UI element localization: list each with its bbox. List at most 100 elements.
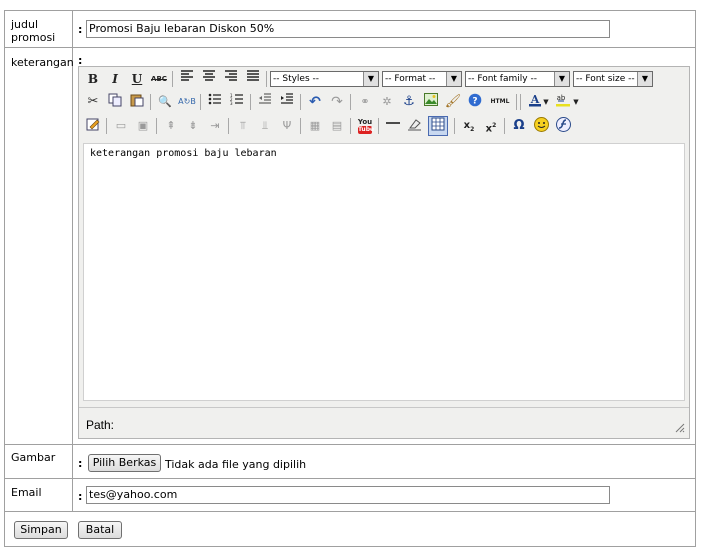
gambar-label: Gambar xyxy=(11,451,56,464)
rich-text-editor: B I U ABC -- Styles -- ▼ -- Format -- ▼ … xyxy=(78,66,690,439)
save-button[interactable]: Simpan xyxy=(14,521,68,539)
toolbar-separator xyxy=(106,118,107,134)
align-right-icon[interactable] xyxy=(222,70,240,88)
italic-button[interactable]: I xyxy=(106,70,124,88)
editor-content-text: keterangan promosi baju lebaran xyxy=(90,148,277,159)
toolbar-separator xyxy=(156,118,157,134)
table-insert-icon[interactable] xyxy=(428,116,448,136)
toolbar-separator xyxy=(378,118,379,134)
email-label: Email xyxy=(11,486,42,499)
font-family-select-value: -- Font family -- xyxy=(468,74,537,84)
flash-media-icon[interactable] xyxy=(554,117,572,135)
cancel-button[interactable]: Batal xyxy=(78,521,122,539)
path-label: Path: xyxy=(86,418,115,432)
help-icon[interactable]: ? xyxy=(466,93,484,111)
eraser-icon[interactable] xyxy=(406,117,424,135)
toolbar-separator xyxy=(516,94,517,110)
image-icon[interactable] xyxy=(422,93,440,111)
emoticon-icon[interactable] xyxy=(532,117,550,135)
toolbar-separator xyxy=(300,94,301,110)
format-select-value: -- Format -- xyxy=(385,74,436,84)
toolbar-row-1: B I U ABC -- Styles -- ▼ -- Format -- ▼ … xyxy=(84,69,684,89)
table-row-props-icon[interactable]: ▭ xyxy=(112,117,130,135)
subscript-icon[interactable]: x2 xyxy=(460,117,478,135)
chevron-down-icon: ▼ xyxy=(363,72,378,86)
toolbar-row-3: ▭ ▣ ⇞ ⇟ ⇥ ⫪ ⫫ Ψ ▦ ▤ You Tube x2 x2 Ω xyxy=(84,116,684,136)
chevron-down-icon[interactable]: ▼ xyxy=(572,93,580,111)
insert-row-after-icon[interactable]: ⇟ xyxy=(184,117,202,135)
outdent-icon[interactable] xyxy=(256,93,274,111)
split-cells-icon[interactable]: ▦ xyxy=(306,117,324,135)
chevron-down-icon[interactable]: ▼ xyxy=(542,93,550,111)
toolbar-separator xyxy=(504,118,505,134)
unlink-icon[interactable]: ✲ xyxy=(378,93,396,111)
keterangan-label: keterangan xyxy=(11,56,74,69)
strikethrough-button[interactable]: ABC xyxy=(150,70,168,88)
anchor-icon[interactable]: ⚓ xyxy=(400,93,418,111)
font-size-select[interactable]: -- Font size -- ▼ xyxy=(573,71,653,87)
bold-button[interactable]: B xyxy=(84,70,102,88)
cut-icon[interactable]: ✂ xyxy=(84,93,102,111)
toolbar-separator xyxy=(350,118,351,134)
align-justify-icon[interactable] xyxy=(244,70,262,88)
numbered-list-icon[interactable]: 123 xyxy=(228,93,246,111)
judul-colon: : xyxy=(78,23,83,36)
horizontal-rule-icon[interactable] xyxy=(384,117,402,135)
special-char-icon[interactable]: Ω xyxy=(510,117,528,135)
merge-cells-icon[interactable]: ▤ xyxy=(328,117,346,135)
undo-icon[interactable]: ↶ xyxy=(306,93,324,111)
underline-button[interactable]: U xyxy=(128,70,146,88)
file-status-text: Tidak ada file yang dipilih xyxy=(165,458,307,471)
cleanup-icon[interactable]: 🖌 xyxy=(444,93,462,111)
toolbar-separator xyxy=(200,94,201,110)
editor-content-area[interactable]: keterangan promosi baju lebaran xyxy=(83,143,685,401)
toolbar-separator xyxy=(300,118,301,134)
choose-file-button[interactable]: Pilih Berkas xyxy=(88,454,161,472)
styles-select-value: -- Styles -- xyxy=(273,74,320,84)
edit-css-icon[interactable] xyxy=(84,117,102,135)
delete-row-icon[interactable]: ⇥ xyxy=(206,117,224,135)
paste-icon[interactable] xyxy=(128,93,146,111)
format-select[interactable]: -- Format -- ▼ xyxy=(382,71,462,87)
youtube-icon-text-2: Tube xyxy=(358,126,375,134)
bullet-list-icon[interactable] xyxy=(206,93,224,111)
row-divider xyxy=(4,444,696,445)
html-source-button[interactable]: HTML xyxy=(488,93,512,111)
align-left-icon[interactable] xyxy=(178,70,196,88)
toolbar-separator xyxy=(266,71,267,87)
font-family-select[interactable]: -- Font family -- ▼ xyxy=(465,71,570,87)
insert-col-before-icon[interactable]: ⫪ xyxy=(234,117,252,135)
find-icon[interactable]: 🔍 xyxy=(156,93,174,111)
insert-col-after-icon[interactable]: ⫫ xyxy=(256,117,274,135)
toolbar-separator xyxy=(250,94,251,110)
youtube-icon[interactable]: You Tube xyxy=(356,117,374,135)
toolbar-separator xyxy=(228,118,229,134)
toolbar-separator xyxy=(350,94,351,110)
chevron-down-icon: ▼ xyxy=(554,72,569,86)
toolbar-separator xyxy=(150,94,151,110)
redo-icon[interactable]: ↷ xyxy=(328,93,346,111)
indent-icon[interactable] xyxy=(278,93,296,111)
styles-select[interactable]: -- Styles -- ▼ xyxy=(270,71,379,87)
delete-col-icon[interactable]: Ψ xyxy=(278,117,296,135)
copy-icon[interactable] xyxy=(106,93,124,111)
table-cell-props-icon[interactable]: ▣ xyxy=(134,117,152,135)
replace-icon[interactable]: A↻B xyxy=(178,93,196,111)
column-divider xyxy=(72,10,73,512)
email-colon: : xyxy=(78,490,83,503)
judul-label: judul promosi xyxy=(11,18,56,44)
row-divider xyxy=(4,47,696,48)
link-icon[interactable]: ⚭ xyxy=(356,93,374,111)
align-center-icon[interactable] xyxy=(200,70,218,88)
svg-text:3: 3 xyxy=(230,101,233,105)
toolbar-separator xyxy=(172,71,173,87)
insert-row-before-icon[interactable]: ⇞ xyxy=(162,117,180,135)
judul-input[interactable]: Promosi Baju lebaran Diskon 50% xyxy=(86,20,610,38)
resize-handle-icon[interactable] xyxy=(673,421,685,433)
superscript-icon[interactable]: x2 xyxy=(482,117,500,135)
email-input[interactable]: tes@yahoo.com xyxy=(86,486,610,504)
font-size-select-value: -- Font size -- xyxy=(576,74,635,84)
toolbar-separator xyxy=(520,94,521,110)
highlight-color-icon[interactable]: ab xyxy=(554,93,572,111)
chevron-down-icon: ▼ xyxy=(446,72,461,86)
